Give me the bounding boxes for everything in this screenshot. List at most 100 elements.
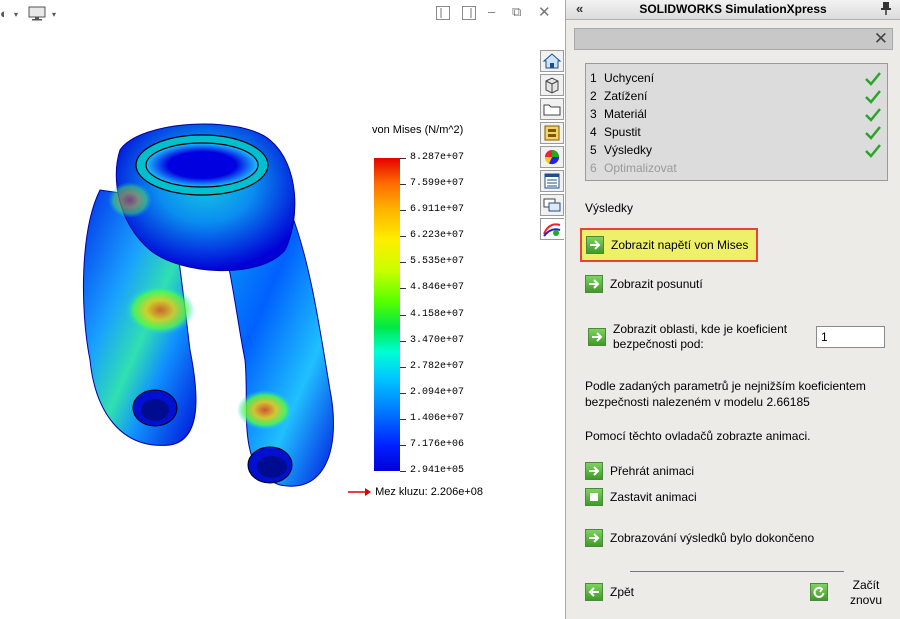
legend-tick-label: 4.158e+07 <box>410 308 465 320</box>
legend-tick <box>400 184 406 186</box>
results-done-label: Zobrazování výsledků bylo dokončeno <box>610 531 815 545</box>
yield-strength-text: Mez kluzu: 2.206e+08 <box>375 486 483 498</box>
monitor-icon[interactable] <box>28 6 46 24</box>
split-left-icon[interactable] <box>436 6 450 20</box>
tab-view-palette[interactable] <box>540 122 564 144</box>
close-window-icon[interactable]: ✕ <box>538 3 551 21</box>
simulationxpress-icon <box>543 223 561 237</box>
steps-list: 1 Uchycení 2 Zatížení 3 Materiál 4 Spustit 5… <box>585 63 888 181</box>
appearance-icon <box>544 150 560 165</box>
monitor-dropdown-icon[interactable]: ▾ <box>52 10 56 19</box>
legend-tick-label: 6.223e+07 <box>410 230 465 242</box>
restart-button[interactable]: Začít znovu <box>841 578 891 608</box>
pin-icon[interactable] <box>880 1 892 18</box>
legend-color-bar <box>374 158 400 471</box>
legend-tick-label: 3.470e+07 <box>410 334 465 346</box>
stress-plot-model[interactable] <box>60 110 420 530</box>
properties-icon <box>544 125 560 141</box>
custom-properties-icon <box>544 173 560 189</box>
appearance-toolbar-icon[interactable]: ◐ <box>0 6 8 21</box>
legend-tick <box>400 392 406 394</box>
simulationxpress-panel: « SOLIDWORKS SimulationXpress ✕ 1 Uchycen… <box>565 0 900 619</box>
show-von-mises-button[interactable]: Zobrazit napětí von Mises <box>580 228 759 262</box>
arrow-right-icon <box>585 529 603 547</box>
legend-tick <box>400 444 406 446</box>
legend-tick <box>400 366 406 368</box>
restart-icon[interactable] <box>810 583 828 601</box>
legend-tick <box>400 236 406 238</box>
show-displacement-button[interactable]: Zobrazit posunutí <box>585 273 703 295</box>
show-fos-label: Zobrazit oblasti, kde je koeficient bezpe… <box>613 322 788 351</box>
back-label: Zpět <box>610 585 635 599</box>
stop-animation-label: Zastavit animaci <box>610 490 697 504</box>
legend-tick <box>400 340 406 342</box>
step-results[interactable]: 5 Výsledky <box>590 143 652 157</box>
results-done-button[interactable]: Zobrazování výsledků bylo dokončeno <box>585 527 814 549</box>
legend-title: von Mises (N/m^2) <box>372 124 464 136</box>
arrow-right-icon <box>585 275 603 293</box>
step-loads[interactable]: 2 Zatížení <box>590 89 647 103</box>
legend-tick-label: 8.287e+07 <box>410 152 465 163</box>
tab-custom-properties[interactable] <box>540 170 564 192</box>
step-material[interactable]: 3 Materiál <box>590 107 647 121</box>
folder-icon <box>543 104 561 116</box>
home-icon <box>542 53 562 69</box>
step-run[interactable]: 4 Spustit <box>590 125 641 139</box>
show-fos-button[interactable]: Zobrazit oblasti, kde je koeficient bezpe… <box>588 322 787 352</box>
legend-tick <box>400 210 406 212</box>
red-arrow-icon <box>348 488 371 497</box>
step-optimize: 6 Optimalizovat <box>590 161 677 175</box>
part-icon <box>545 77 559 94</box>
panel-header: « SOLIDWORKS SimulationXpress <box>566 0 900 20</box>
split-right-icon[interactable] <box>462 6 476 20</box>
minimize-icon[interactable]: – <box>488 4 495 19</box>
legend-tick <box>400 288 406 290</box>
tab-appearances[interactable] <box>540 146 564 168</box>
tab-design-library[interactable] <box>540 74 564 96</box>
tab-simulationxpress[interactable] <box>540 218 564 240</box>
forum-icon <box>543 198 561 212</box>
close-icon[interactable]: ✕ <box>874 29 888 49</box>
section-title: Výsledky <box>585 201 634 215</box>
graphics-viewport[interactable]: ◐ ▾ ▾ – ⧉ ✕ von Mises (N/m^2) Mez kluzu:… <box>0 0 565 619</box>
stop-animation-button[interactable]: Zastavit animaci <box>585 486 697 508</box>
legend-tick <box>400 471 406 472</box>
panel-toolbar: ✕ <box>574 28 893 50</box>
divider <box>630 571 844 572</box>
appearance-dropdown-icon[interactable]: ▾ <box>14 10 18 19</box>
tab-home[interactable] <box>540 50 564 72</box>
play-animation-label: Přehrát animaci <box>610 464 695 478</box>
checkmark-icon <box>865 126 881 140</box>
legend-tick-label: 4.846e+07 <box>410 282 465 294</box>
checkmark-icon <box>865 90 881 104</box>
result-summary: Podle zadaných parametrů je nejnižším ko… <box>585 379 866 409</box>
arrow-left-icon <box>585 583 603 601</box>
checkmark-icon <box>865 144 881 158</box>
legend-tick-label: 7.599e+07 <box>410 178 465 190</box>
show-displacement-label: Zobrazit posunutí <box>610 277 703 291</box>
legend-tick <box>400 158 406 159</box>
step-fixtures[interactable]: 1 Uchycení <box>590 71 654 85</box>
checkmark-icon <box>865 108 881 122</box>
legend-tick <box>400 314 406 316</box>
legend-tick-label: 2.941e+05 <box>410 465 465 476</box>
legend-tick-label: 2.782e+07 <box>410 360 465 372</box>
back-button[interactable]: Zpět <box>585 581 634 603</box>
legend-tick-label: 2.094e+07 <box>410 386 465 398</box>
legend-tick-label: 7.176e+06 <box>410 438 465 450</box>
arrow-right-icon <box>588 328 606 346</box>
yield-strength-label: Mez kluzu: 2.206e+08 <box>348 486 483 498</box>
restore-icon[interactable]: ⧉ <box>512 4 521 20</box>
legend-tick <box>400 418 406 420</box>
legend-tick-label: 1.406e+07 <box>410 412 465 424</box>
fos-threshold-input[interactable] <box>816 326 885 348</box>
stop-icon <box>585 488 603 506</box>
play-animation-button[interactable]: Přehrát animaci <box>585 460 694 482</box>
animation-hint: Pomocí těchto ovladačů zobrazte animaci. <box>585 429 811 443</box>
task-pane-tabs <box>540 50 565 240</box>
tab-forum[interactable] <box>540 194 564 216</box>
show-von-mises-label: Zobrazit napětí von Mises <box>611 238 749 252</box>
checkmark-icon <box>865 72 881 86</box>
legend-tick <box>400 262 406 264</box>
tab-file-explorer[interactable] <box>540 98 564 120</box>
